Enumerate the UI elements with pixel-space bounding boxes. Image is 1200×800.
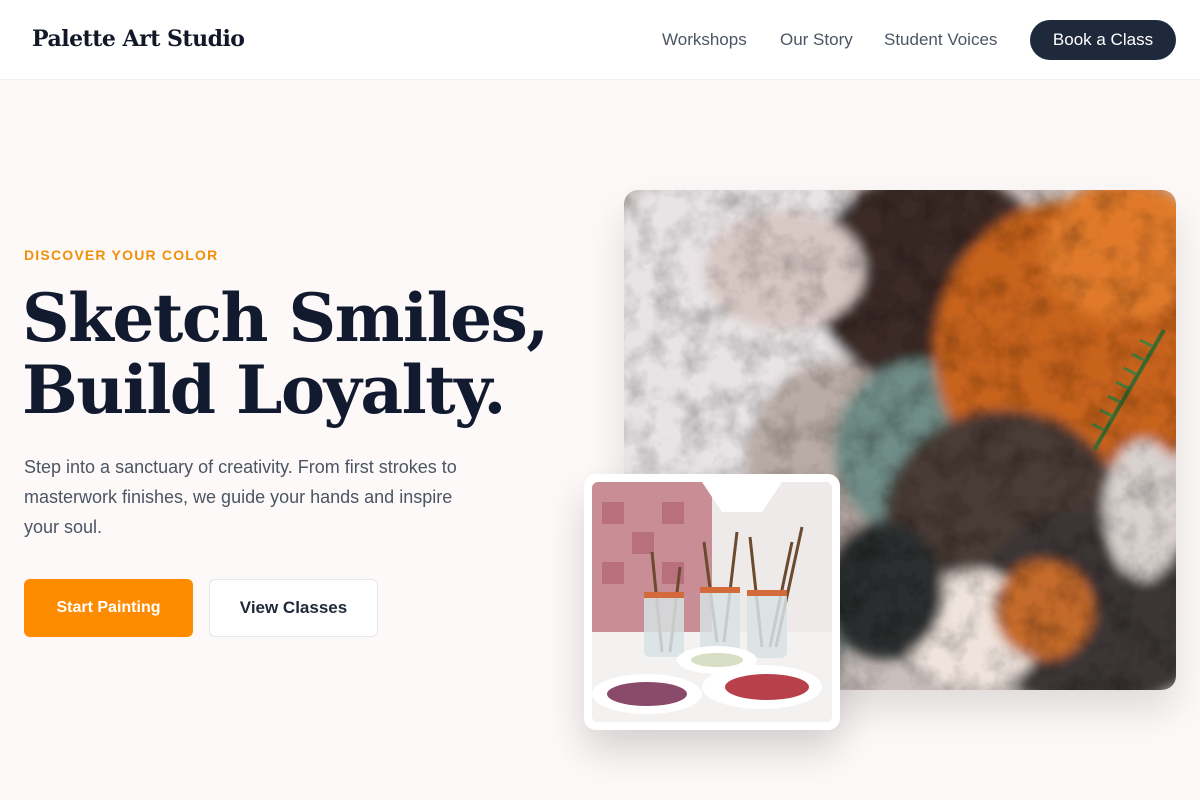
nav-link-our-story[interactable]: Our Story: [780, 30, 853, 50]
hero-eyebrow: DISCOVER YOUR COLOR: [24, 247, 219, 263]
brushes-photo-card: [584, 474, 840, 730]
nav-link-student-voices[interactable]: Student Voices: [884, 30, 997, 50]
paint-brushes-image: [592, 482, 832, 722]
brushes-illustration: [592, 482, 832, 722]
nav-link-workshops[interactable]: Workshops: [662, 30, 747, 50]
brand-logo-text[interactable]: Palette Art Studio: [32, 26, 245, 52]
hero-headline: Sketch Smiles, Build Loyalty.: [22, 279, 549, 429]
headline-line-2: Build Loyalty.: [22, 351, 506, 429]
top-navigation: Palette Art Studio Workshops Our Story S…: [0, 0, 1200, 80]
start-painting-button[interactable]: Start Painting: [24, 579, 193, 637]
book-a-class-button[interactable]: Book a Class: [1030, 20, 1176, 60]
view-classes-button[interactable]: View Classes: [209, 579, 378, 637]
headline-line-1: Sketch Smiles,: [22, 279, 549, 357]
hero-description: Step into a sanctuary of creativity. Fro…: [24, 457, 457, 537]
